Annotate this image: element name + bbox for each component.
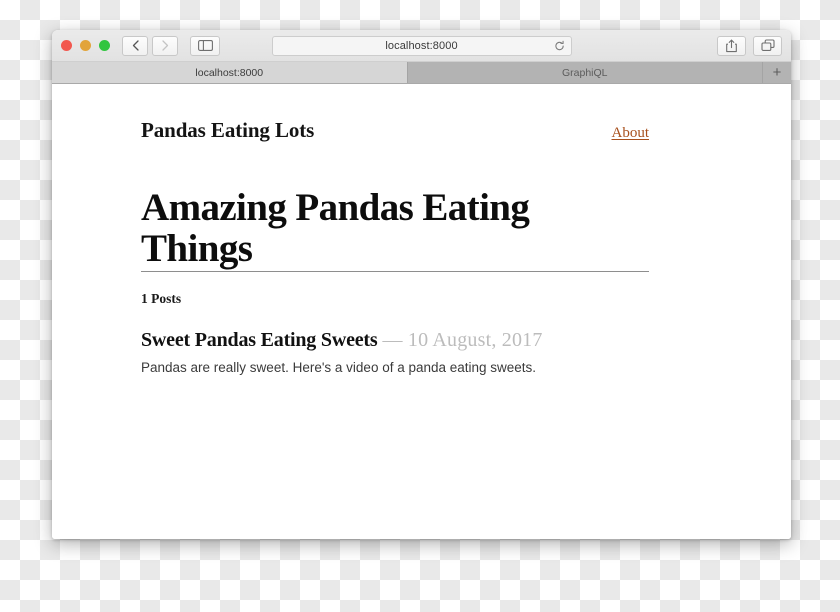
reload-button[interactable] (554, 40, 565, 51)
sidebar-icon (197, 40, 213, 51)
share-button[interactable] (717, 35, 746, 56)
navigation-buttons (122, 35, 178, 56)
window-controls (61, 40, 110, 51)
forward-button[interactable] (152, 35, 178, 56)
post-heading: Sweet Pandas Eating Sweets — 10 August, … (141, 329, 649, 351)
content-column: Pandas Eating Lots About Amazing Pandas … (141, 118, 649, 377)
web-page-content: Pandas Eating Lots About Amazing Pandas … (52, 84, 791, 539)
page-title: Amazing Pandas Eating Things (141, 187, 649, 272)
new-tab-button[interactable]: + (763, 62, 791, 83)
post-body: Pandas are really sweet. Here's a video … (141, 359, 537, 375)
chevron-left-icon (132, 40, 139, 51)
post-title[interactable]: Sweet Pandas Eating Sweets (141, 329, 378, 351)
close-window-button[interactable] (61, 40, 72, 51)
post-list-item: Sweet Pandas Eating Sweets — 10 August, … (141, 329, 649, 378)
reload-icon (554, 40, 564, 50)
zoom-window-button[interactable] (99, 40, 110, 51)
share-icon (726, 39, 737, 52)
sidebar-toggle-button[interactable] (190, 35, 220, 56)
browser-toolbar: localhost:8000 (52, 30, 791, 62)
show-all-tabs-button[interactable] (753, 35, 782, 56)
back-button[interactable] (122, 35, 148, 56)
tab-graphiql[interactable]: GraphiQL (407, 62, 763, 83)
about-link[interactable]: About (612, 125, 650, 142)
site-header: Pandas Eating Lots About (141, 118, 649, 143)
chevron-right-icon (161, 40, 168, 51)
browser-window: localhost:8000 localhost:8000 GraphiQL +… (52, 30, 791, 539)
tabs-overview-icon (760, 39, 775, 51)
url-text: localhost:8000 (385, 39, 458, 52)
post-date: — 10 August, 2017 (382, 328, 543, 351)
tab-bar: localhost:8000 GraphiQL + (52, 62, 791, 84)
site-title: Pandas Eating Lots (141, 118, 315, 142)
posts-count: 1 Posts (141, 290, 182, 306)
toolbar-right-group (717, 35, 782, 56)
minimize-window-button[interactable] (80, 40, 91, 51)
tab-localhost[interactable]: localhost:8000 (52, 62, 408, 83)
address-bar[interactable]: localhost:8000 (271, 35, 572, 56)
